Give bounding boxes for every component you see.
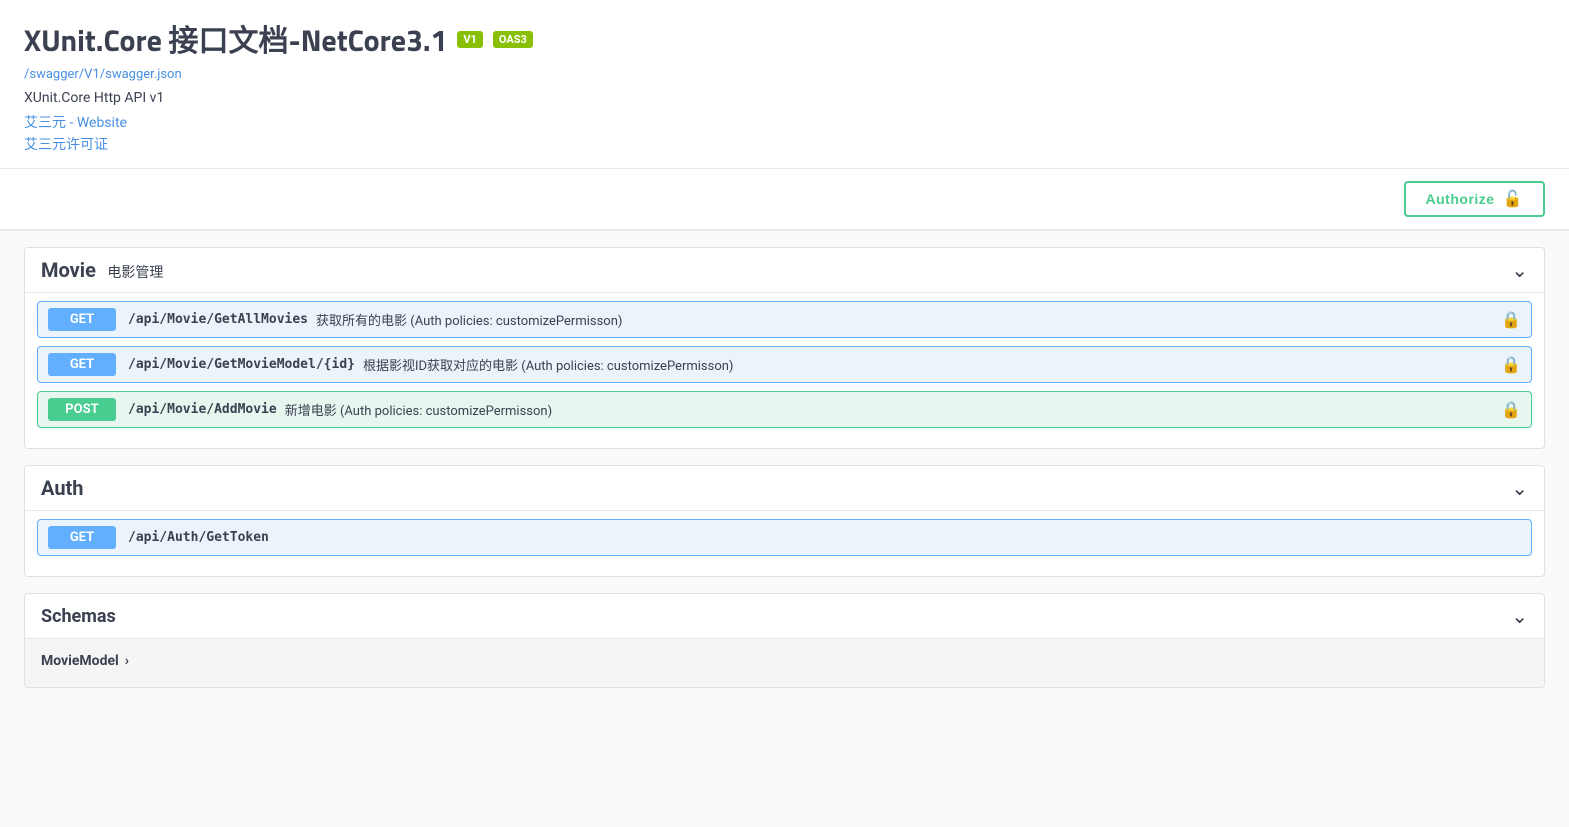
- section-movie-subtitle: 电影管理: [107, 265, 163, 281]
- schemas-body: MovieModel ›: [25, 638, 1544, 687]
- schemas-title: Schemas: [41, 606, 116, 627]
- endpoint-path-get-all-movies: /api/Movie/GetAllMovies: [128, 312, 308, 327]
- method-badge-add-movie: POST: [48, 398, 116, 421]
- endpoint-row-get-movie-model[interactable]: GET /api/Movie/GetMovieModel/{id} 根据影视ID…: [37, 346, 1532, 383]
- lock-icon-get-movie-model: 🔒: [1501, 355, 1521, 374]
- authorize-section: Authorize 🔓: [0, 169, 1569, 231]
- endpoint-desc-get-movie-model: 根据影视ID获取对应的电影 (Auth policies: customizeP…: [363, 355, 733, 374]
- endpoint-desc-add-movie: 新增电影 (Auth policies: customizePermisson): [285, 400, 552, 419]
- schemas-header[interactable]: Schemas ⌄: [25, 594, 1544, 638]
- chevron-down-icon-auth: ⌄: [1511, 476, 1528, 500]
- schema-item-moviemodel[interactable]: MovieModel ›: [41, 647, 1528, 675]
- schema-moviemodel-name: MovieModel: [41, 653, 119, 669]
- description: XUnit.Core Http API v1: [24, 90, 1545, 106]
- content: Movie 电影管理 ⌄ GET /api/Movie/GetAllMovies…: [0, 231, 1569, 704]
- chevron-down-icon-schemas: ⌄: [1511, 604, 1528, 628]
- section-auth-header[interactable]: Auth ⌄: [25, 466, 1544, 510]
- section-auth-body: GET /api/Auth/GetToken: [25, 510, 1544, 576]
- method-badge-get-all-movies: GET: [48, 308, 116, 331]
- authorize-button[interactable]: Authorize 🔓: [1404, 181, 1545, 217]
- contact-name-link[interactable]: 艾三元 - Website: [24, 112, 1545, 132]
- section-movie: Movie 电影管理 ⌄ GET /api/Movie/GetAllMovies…: [24, 247, 1545, 449]
- section-auth-title: Auth: [41, 476, 84, 500]
- method-badge-get-movie-model: GET: [48, 353, 116, 376]
- method-badge-get-token: GET: [48, 526, 116, 549]
- endpoint-row-get-all-movies[interactable]: GET /api/Movie/GetAllMovies 获取所有的电影 (Aut…: [37, 301, 1532, 338]
- section-movie-body: GET /api/Movie/GetAllMovies 获取所有的电影 (Aut…: [25, 292, 1544, 448]
- top-bar: XUnit.Core 接口文档-NetCore3.1 V1 OAS3 /swag…: [0, 0, 1569, 169]
- swagger-url: /swagger/V1/swagger.json: [24, 67, 1545, 82]
- endpoint-path-get-token: /api/Auth/GetToken: [128, 530, 269, 545]
- authorize-label: Authorize: [1426, 191, 1495, 207]
- endpoint-path-add-movie: /api/Movie/AddMovie: [128, 402, 277, 417]
- swagger-url-link[interactable]: /swagger/V1/swagger.json: [24, 67, 182, 82]
- section-auth: Auth ⌄ GET /api/Auth/GetToken: [24, 465, 1545, 577]
- badge-v1: V1: [457, 31, 483, 48]
- endpoint-row-add-movie[interactable]: POST /api/Movie/AddMovie 新增电影 (Auth poli…: [37, 391, 1532, 428]
- badge-oas3: OAS3: [493, 31, 533, 48]
- endpoint-desc-get-all-movies: 获取所有的电影 (Auth policies: customizePermiss…: [316, 310, 622, 329]
- lock-icon-get-all-movies: 🔒: [1501, 310, 1521, 329]
- endpoint-row-get-token[interactable]: GET /api/Auth/GetToken: [37, 519, 1532, 556]
- schemas-section: Schemas ⌄ MovieModel ›: [24, 593, 1545, 688]
- schema-arrow-icon: ›: [125, 653, 129, 669]
- section-movie-title: Movie: [41, 258, 96, 282]
- chevron-down-icon-movie: ⌄: [1511, 258, 1528, 282]
- section-movie-header[interactable]: Movie 电影管理 ⌄: [25, 248, 1544, 292]
- endpoint-path-get-movie-model: /api/Movie/GetMovieModel/{id}: [128, 357, 355, 372]
- contact-license-link[interactable]: 艾三元许可证: [24, 134, 1545, 154]
- lock-icon-add-movie: 🔒: [1501, 400, 1521, 419]
- lock-icon: 🔓: [1503, 189, 1523, 209]
- contact-links: 艾三元 - Website 艾三元许可证: [24, 112, 1545, 154]
- page-title: XUnit.Core 接口文档-NetCore3.1: [24, 16, 447, 63]
